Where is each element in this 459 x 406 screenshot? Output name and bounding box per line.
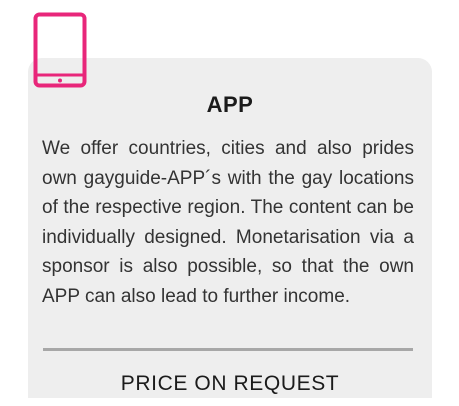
card-title: APP (206, 92, 254, 117)
divider (43, 348, 413, 351)
price-label: PRICE ON REQUEST (120, 372, 340, 395)
card-description: We offer countries, cities and also prid… (42, 138, 414, 307)
smartphone-icon (33, 12, 87, 88)
